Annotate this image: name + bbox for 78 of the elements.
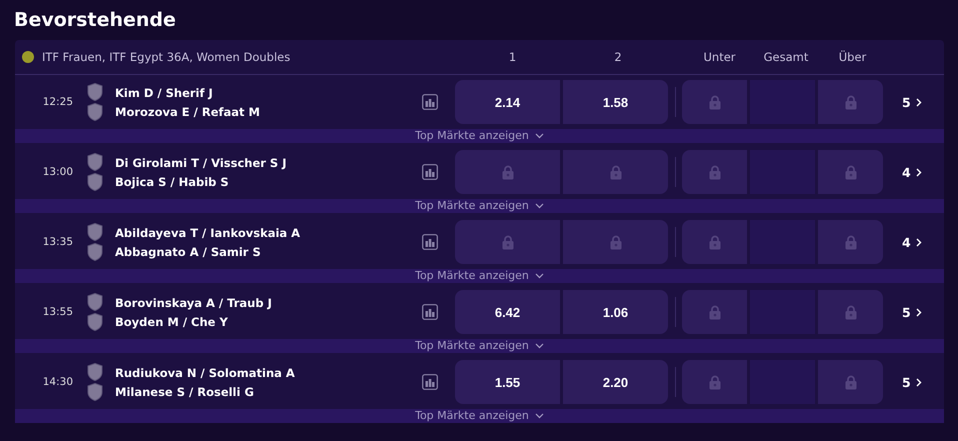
shield-icon bbox=[87, 103, 103, 121]
team-name: Milanese S / Roselli G bbox=[115, 384, 255, 398]
odds-button[interactable]: 1.58 bbox=[563, 80, 668, 124]
chevron-right-icon bbox=[916, 168, 922, 176]
more-markets-button[interactable]: 5 bbox=[902, 304, 922, 320]
stats-icon[interactable] bbox=[422, 304, 438, 320]
match-time: 13:00 bbox=[42, 166, 73, 178]
column-header: 1 bbox=[508, 50, 518, 64]
team-name: Kim D / Sherif J bbox=[115, 86, 214, 100]
stats-icon[interactable] bbox=[422, 374, 438, 390]
chevron-down-icon bbox=[534, 203, 544, 209]
team-name: Di Girolami T / Visscher S J bbox=[115, 156, 288, 170]
team-name: Morozova E / Refaat M bbox=[115, 104, 261, 118]
stats-icon[interactable] bbox=[422, 234, 438, 250]
stats-icon[interactable] bbox=[422, 164, 438, 180]
shield-icon bbox=[87, 293, 103, 311]
league-name: ITF Frauen, ITF Egypt 36A, Women Doubles bbox=[42, 50, 292, 64]
chevron-right-icon bbox=[916, 238, 922, 246]
more-markets-button[interactable]: 5 bbox=[902, 94, 922, 110]
odds-button[interactable]: 2.14 bbox=[455, 80, 560, 124]
odds-button[interactable] bbox=[563, 150, 668, 194]
team-name: Boyden M / Che Y bbox=[115, 314, 229, 328]
chevron-right-icon bbox=[916, 98, 922, 106]
match-time: 13:35 bbox=[42, 236, 73, 248]
odds-button[interactable] bbox=[563, 220, 668, 264]
odds-button[interactable] bbox=[682, 360, 747, 404]
odds-button[interactable] bbox=[455, 220, 560, 264]
shield-icon bbox=[87, 173, 103, 191]
match-time: 12:25 bbox=[42, 96, 73, 108]
top-markets-toggle[interactable]: Top Märkte anzeigen bbox=[415, 199, 544, 213]
team-name: Abildayeva T / Iankovskaia A bbox=[115, 226, 302, 240]
odds-button[interactable] bbox=[818, 290, 883, 334]
team-name: Abbagnato A / Samir S bbox=[115, 244, 262, 258]
more-markets-button[interactable]: 4 bbox=[902, 164, 922, 180]
more-markets-button[interactable]: 4 bbox=[902, 234, 922, 250]
column-header: Unter bbox=[702, 50, 737, 64]
odds-button[interactable]: 1.06 bbox=[563, 290, 668, 334]
shield-icon bbox=[87, 223, 103, 241]
top-markets-toggle[interactable]: Top Märkte anzeigen bbox=[415, 339, 544, 353]
column-header: 2 bbox=[613, 50, 623, 64]
odds-button[interactable] bbox=[818, 220, 883, 264]
match-time: 14:30 bbox=[42, 376, 73, 388]
odds-button[interactable] bbox=[682, 150, 747, 194]
chevron-right-icon bbox=[916, 308, 922, 316]
more-markets-button[interactable]: 5 bbox=[902, 374, 922, 390]
odds-button[interactable] bbox=[455, 150, 560, 194]
chevron-down-icon bbox=[534, 273, 544, 279]
odds-button[interactable] bbox=[818, 80, 883, 124]
chevron-right-icon bbox=[916, 378, 922, 386]
column-header: Gesamt bbox=[762, 50, 810, 64]
odds-button[interactable] bbox=[818, 150, 883, 194]
shield-icon bbox=[87, 83, 103, 101]
stats-icon[interactable] bbox=[422, 94, 438, 110]
chevron-down-icon bbox=[534, 133, 544, 139]
shield-icon bbox=[87, 363, 103, 381]
odds-button[interactable]: 6.42 bbox=[455, 290, 560, 334]
top-markets-toggle[interactable]: Top Märkte anzeigen bbox=[415, 269, 544, 283]
odds-button[interactable] bbox=[682, 290, 747, 334]
odds-button[interactable]: 1.55 bbox=[455, 360, 560, 404]
match-time: 13:55 bbox=[42, 306, 73, 318]
top-markets-toggle[interactable]: Top Märkte anzeigen bbox=[415, 409, 544, 423]
column-header: Über bbox=[838, 50, 868, 64]
odds-button[interactable] bbox=[818, 360, 883, 404]
team-name: Bojica S / Habib S bbox=[115, 174, 230, 188]
odds-button[interactable] bbox=[682, 80, 747, 124]
chevron-down-icon bbox=[534, 343, 544, 349]
chevron-down-icon bbox=[534, 413, 544, 419]
odds-button[interactable]: 2.20 bbox=[563, 360, 668, 404]
shield-icon bbox=[87, 313, 103, 331]
odds-button[interactable] bbox=[682, 220, 747, 264]
shield-icon bbox=[87, 153, 103, 171]
shield-icon bbox=[87, 383, 103, 401]
top-markets-toggle[interactable]: Top Märkte anzeigen bbox=[415, 129, 544, 143]
team-name: Borovinskaya A / Traub J bbox=[115, 296, 273, 310]
tennis-ball-icon bbox=[22, 51, 34, 63]
shield-icon bbox=[87, 243, 103, 261]
team-name: Rudiukova N / Solomatina A bbox=[115, 366, 296, 380]
section-title: Bevorstehende bbox=[13, 8, 177, 33]
